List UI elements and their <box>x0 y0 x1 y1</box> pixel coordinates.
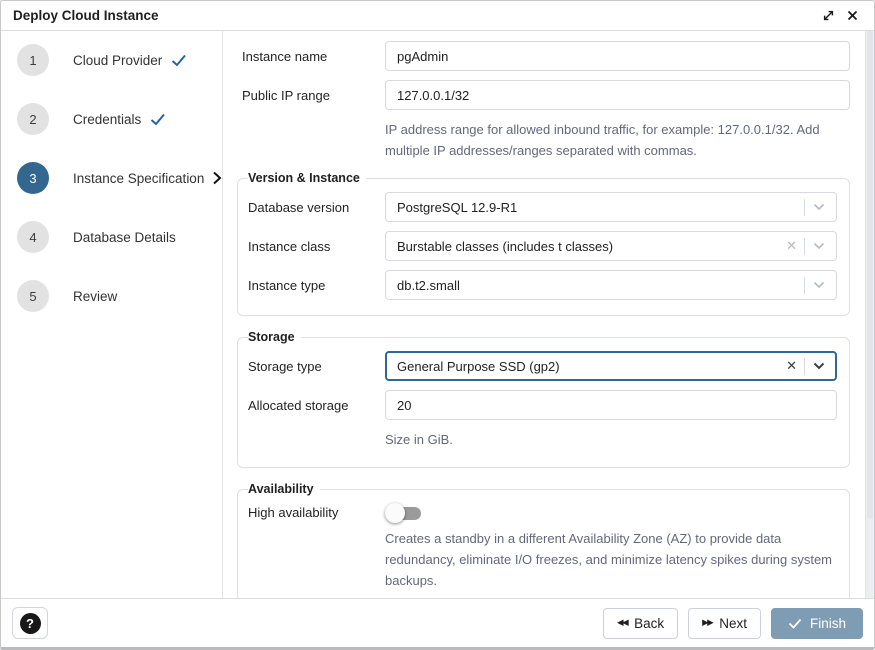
version-instance-fieldset: Version & Instance Database version Post… <box>237 171 850 316</box>
clear-icon[interactable]: ✕ <box>779 238 804 254</box>
step-label: Credentials <box>73 112 141 127</box>
back-button[interactable]: ◀◀ Back <box>603 608 678 639</box>
wizard-step-credentials[interactable]: 2 Credentials <box>17 103 222 135</box>
storage-legend: Storage <box>248 330 301 344</box>
dialog-title: Deploy Cloud Instance <box>13 8 159 23</box>
toggle-thumb <box>385 503 405 523</box>
instance-type-select[interactable]: db.t2.small <box>385 270 837 300</box>
instance-name-input[interactable] <box>385 41 850 71</box>
chevron-down-icon[interactable] <box>805 203 828 211</box>
close-icon[interactable] <box>840 5 864 27</box>
allocated-storage-label: Allocated storage <box>248 398 385 413</box>
deploy-cloud-instance-dialog: Deploy Cloud Instance 1 Cloud Provider <box>0 0 875 650</box>
finish-button-label: Finish <box>810 616 846 631</box>
chevron-down-icon[interactable] <box>805 281 828 289</box>
allocated-storage-help-text: Size in GiB. <box>385 429 837 450</box>
public-ip-help-text: IP address range for allowed inbound tra… <box>385 119 850 161</box>
instance-class-value: Burstable classes (includes t classes) <box>397 239 779 254</box>
wizard-step-cloud-provider[interactable]: 1 Cloud Provider <box>17 44 222 76</box>
chevron-down-icon[interactable] <box>805 242 828 250</box>
availability-legend: Availability <box>248 482 320 496</box>
database-version-value: PostgreSQL 12.9-R1 <box>397 200 804 215</box>
instance-class-label: Instance class <box>248 239 385 254</box>
public-ip-row: Public IP range <box>242 80 850 110</box>
help-button[interactable]: ? <box>12 607 48 639</box>
double-left-triangle-icon: ◀◀ <box>617 617 627 628</box>
public-ip-input[interactable] <box>385 80 850 110</box>
help-icon: ? <box>20 613 41 634</box>
step-completed-check-icon <box>171 54 187 67</box>
high-availability-help-text: Creates a standby in a different Availab… <box>385 528 837 591</box>
back-button-label: Back <box>634 616 664 631</box>
wizard-step-review[interactable]: 5 Review <box>17 280 222 312</box>
database-version-label: Database version <box>248 200 385 215</box>
allocated-storage-row: Allocated storage <box>248 390 837 420</box>
storage-type-label: Storage type <box>248 359 385 374</box>
instance-type-row: Instance type db.t2.small <box>248 270 837 300</box>
maximize-icon[interactable] <box>816 5 840 27</box>
step-number-badge: 1 <box>17 44 49 76</box>
storage-type-select[interactable]: General Purpose SSD (gp2) ✕ <box>385 351 837 381</box>
storage-type-row: Storage type General Purpose SSD (gp2) ✕ <box>248 351 837 381</box>
form-scrollbar[interactable] <box>865 31 874 598</box>
wizard-step-database-details[interactable]: 4 Database Details <box>17 221 222 253</box>
dialog-body: 1 Cloud Provider 2 Credentials 3 Instanc… <box>1 31 874 598</box>
step-number-badge: 5 <box>17 280 49 312</box>
check-icon <box>788 618 802 629</box>
database-version-select[interactable]: PostgreSQL 12.9-R1 <box>385 192 837 222</box>
wizard-step-list: 1 Cloud Provider 2 Credentials 3 Instanc… <box>1 31 223 598</box>
step-label: Database Details <box>73 230 176 245</box>
dialog-footer: ? ◀◀ Back ▶▶ Next Finish <box>1 598 874 647</box>
clear-icon[interactable]: ✕ <box>779 358 804 374</box>
instance-class-select[interactable]: Burstable classes (includes t classes) ✕ <box>385 231 837 261</box>
instance-name-label: Instance name <box>242 49 385 64</box>
next-button[interactable]: ▶▶ Next <box>688 608 761 639</box>
allocated-storage-input[interactable] <box>385 390 837 420</box>
chevron-down-icon[interactable] <box>805 362 828 370</box>
high-availability-label: High availability <box>248 503 385 520</box>
step-number-badge: 2 <box>17 103 49 135</box>
instance-specification-form: Instance name Public IP range IP address… <box>223 31 874 598</box>
step-current-arrow-icon <box>212 171 222 185</box>
availability-fieldset: Availability High availability Creates a… <box>237 482 850 598</box>
finish-button[interactable]: Finish <box>771 608 863 639</box>
instance-name-row: Instance name <box>242 41 850 71</box>
public-ip-label: Public IP range <box>242 88 385 103</box>
high-availability-row: High availability <box>248 503 837 520</box>
storage-fieldset: Storage Storage type General Purpose SSD… <box>237 330 850 468</box>
instance-type-label: Instance type <box>248 278 385 293</box>
step-label: Cloud Provider <box>73 53 162 68</box>
double-right-triangle-icon: ▶▶ <box>702 617 712 628</box>
instance-type-value: db.t2.small <box>397 278 804 293</box>
wizard-step-instance-specification[interactable]: 3 Instance Specification <box>17 162 222 194</box>
step-label: Review <box>73 289 117 304</box>
step-completed-check-icon <box>150 113 166 126</box>
instance-class-row: Instance class Burstable classes (includ… <box>248 231 837 261</box>
next-button-label: Next <box>719 616 747 631</box>
dialog-titlebar: Deploy Cloud Instance <box>1 1 874 31</box>
version-instance-legend: Version & Instance <box>248 171 366 185</box>
database-version-row: Database version PostgreSQL 12.9-R1 <box>248 192 837 222</box>
step-number-badge: 3 <box>17 162 49 194</box>
form-scrollbar-thumb[interactable] <box>867 31 873 519</box>
step-number-badge: 4 <box>17 221 49 253</box>
step-label: Instance Specification <box>73 171 204 186</box>
storage-type-value: General Purpose SSD (gp2) <box>397 359 779 374</box>
